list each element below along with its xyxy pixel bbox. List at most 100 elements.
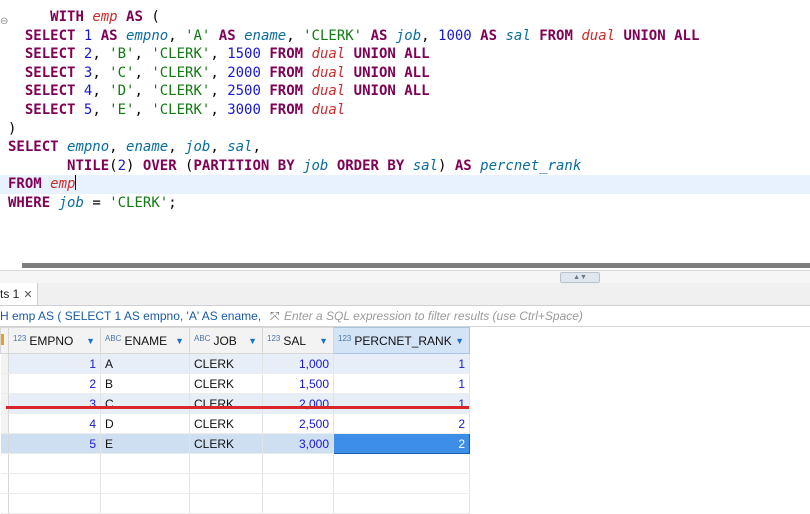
chevron-down-icon[interactable]: ▼ (175, 336, 184, 346)
empty-row (0, 493, 470, 514)
fold-collapse-icon[interactable]: ⊖ (0, 17, 8, 27)
column-header-empno[interactable]: 123 EMPNO ▼ (8, 327, 101, 354)
table-cell[interactable]: 1,000 (262, 353, 334, 374)
empty-cell (262, 473, 334, 494)
code-line[interactable]: SELECT 2, 'B', 'CLERK', 1500 FROM dual U… (8, 45, 430, 64)
tab-results-label: ts 1 (0, 287, 20, 301)
table-cell[interactable]: 1,500 (262, 373, 334, 394)
chevron-down-icon[interactable]: ▼ (248, 336, 257, 346)
table-cell[interactable]: 2,500 (262, 413, 334, 434)
code-line[interactable]: SELECT empno, ename, job, sal, (8, 138, 261, 157)
code-token: UNION ALL (353, 46, 430, 63)
code-line[interactable]: NTILE(2) OVER (PARTITION BY job ORDER BY… (8, 157, 581, 176)
code-token: 'CLERK' (151, 83, 211, 100)
column-header-label: SAL (283, 333, 307, 348)
table-cell[interactable]: B (100, 373, 190, 394)
code-token: ; (168, 195, 177, 211)
code-line[interactable]: WITH emp AS ( (8, 8, 160, 27)
code-token: 1500 (227, 46, 261, 63)
code-token: 1000 (438, 27, 472, 44)
chevron-down-icon[interactable]: ▼ (86, 336, 95, 346)
code-token: FROM (269, 64, 304, 81)
column-header-sal[interactable]: 123 SAL ▼ (262, 327, 334, 354)
table-cell[interactable]: CLERK (189, 413, 263, 434)
code-token: AS (126, 9, 143, 25)
table-cell[interactable]: 3,000 (262, 433, 334, 454)
sql-editor[interactable]: ⊖ WITH emp AS ( SELECT 1 AS empno, 'A' A… (0, 0, 810, 262)
table-cell[interactable]: 4 (8, 413, 101, 434)
table-cell[interactable]: 2 (333, 433, 470, 454)
table-cell[interactable]: A (100, 353, 190, 374)
column-header-percnet-rank[interactable]: 123 PERCNET_RANK ▼ (333, 327, 470, 354)
table-row[interactable]: 3 C CLERK 2,000 1 (0, 393, 470, 414)
code-line[interactable]: SELECT 5, 'E', 'CLERK', 3000 FROM dual (8, 101, 345, 120)
chevron-down-icon[interactable]: ▼ (319, 336, 328, 346)
code-line[interactable]: SELECT 4, 'D', 'CLERK', 2500 FROM dual U… (8, 82, 430, 101)
code-token: 3000 (227, 102, 261, 118)
table-row[interactable]: 4 D CLERK 2,500 2 (0, 413, 470, 434)
code-token: 'CLERK' (151, 102, 211, 118)
table-cell[interactable]: 3 (8, 393, 101, 414)
empty-cell (100, 473, 190, 494)
code-token: AS (454, 157, 472, 174)
table-cell[interactable]: E (100, 433, 190, 454)
filter-expand-icon[interactable]: ⤧ (270, 306, 280, 326)
row-header[interactable] (0, 433, 9, 454)
table-cell[interactable]: D (100, 413, 190, 434)
close-icon[interactable]: ✕ (23, 289, 32, 301)
table-cell[interactable]: CLERK (189, 393, 263, 414)
table-cell[interactable]: 1 (8, 353, 101, 374)
tab-results[interactable]: ts 1 ✕ (0, 283, 38, 305)
table-cell[interactable]: 2 (8, 373, 101, 394)
table-cell[interactable]: CLERK (189, 353, 263, 374)
code-token: , (286, 27, 304, 44)
code-token: dual (311, 64, 346, 81)
row-header[interactable] (0, 393, 9, 414)
chevron-down-icon[interactable]: ▼ (455, 336, 464, 346)
column-header-label: PERCNET_RANK (354, 333, 452, 348)
text-type-icon: ABC (194, 333, 211, 343)
table-row[interactable]: 1 A CLERK 1,000 1 (0, 353, 470, 374)
code-line[interactable]: ) (8, 120, 16, 139)
editor-horizontal-scrollbar[interactable] (22, 263, 810, 268)
code-token: job (185, 139, 211, 156)
row-header[interactable] (0, 353, 9, 374)
table-cell[interactable]: 5 (8, 433, 101, 454)
table-cell[interactable]: 1 (333, 393, 470, 414)
code-line[interactable]: FROM emp (0, 175, 810, 195)
table-cell[interactable]: 1 (333, 373, 470, 394)
results-grid[interactable]: 123 EMPNO ▼ ABC ENAME ▼ ABC JOB ▼ 123 SAL ▼ 123 P… (0, 327, 810, 514)
table-cell[interactable]: C (100, 393, 190, 414)
code-token: 'CLERK' (151, 64, 211, 81)
code-line[interactable]: WHERE job = 'CLERK'; (8, 194, 177, 213)
code-token: sal (505, 27, 531, 44)
table-row[interactable]: 2 B CLERK 1,500 1 (0, 373, 470, 394)
code-line[interactable]: SELECT 3, 'C', 'CLERK', 2000 FROM dual U… (8, 64, 430, 83)
table-cell[interactable]: CLERK (189, 433, 263, 454)
code-token: , (210, 139, 228, 156)
row-header[interactable] (0, 373, 9, 394)
splitter-toggle-icon[interactable]: ▲▼ (560, 272, 600, 283)
column-header-ename[interactable]: ABC ENAME ▼ (100, 327, 190, 354)
row-header[interactable] (0, 413, 9, 434)
code-line[interactable]: SELECT 1 AS empno, 'A' AS ename, 'CLERK'… (8, 27, 700, 46)
table-cell[interactable]: 2 (333, 413, 470, 434)
table-cell[interactable]: 2,000 (262, 393, 334, 414)
text-caret (75, 175, 77, 191)
row-header-corner[interactable] (0, 327, 9, 354)
filter-input[interactable] (284, 306, 804, 326)
column-header-job[interactable]: ABC JOB ▼ (189, 327, 263, 354)
code-token: percnet_rank (480, 157, 582, 174)
table-row[interactable]: 5 E CLERK 3,000 2 (0, 433, 470, 454)
table-cell[interactable]: CLERK (189, 373, 263, 394)
code-token: FROM (269, 102, 304, 118)
table-cell[interactable]: 1 (333, 353, 470, 374)
panel-splitter[interactable] (0, 270, 810, 284)
